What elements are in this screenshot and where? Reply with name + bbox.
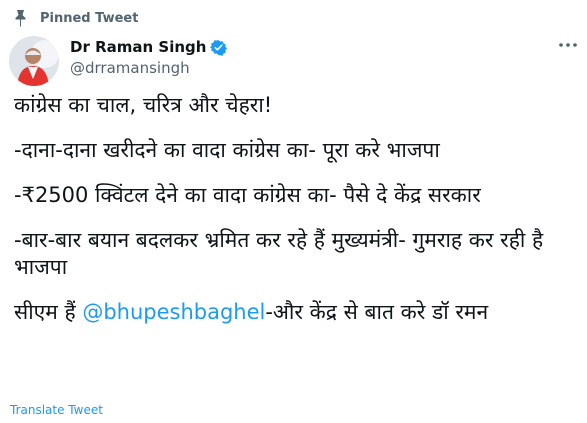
mention-link[interactable]: @bhupeshbaghel [82,300,265,324]
tweet-line: -₹2500 क्विंटल देने का वादा कांग्रेस का-… [14,183,481,207]
tweet-line: -बार-बार बयान बदलकर भ्रमित कर रहे हैं मु… [14,228,544,279]
tweet-line-mention: सीएम हैं @bhupeshbaghel-और केंद्र से बात… [14,299,579,326]
tweet-line: कांग्रेस का चाल, चरित्र और चेहरा! [14,93,273,117]
author-handle[interactable]: @drramansingh [70,59,227,77]
tweet-text: कांग्रेस का चाल, चरित्र और चेहरा! -दाना-… [14,92,579,344]
tweet-text-suffix: -और केंद्र से बात करे डॉ रमन [265,300,489,324]
translate-tweet-link[interactable]: Translate Tweet [10,403,103,417]
verified-badge-icon [210,39,228,56]
pinned-tweet-header: Pinned Tweet [13,8,138,28]
pinned-tweet-label: Pinned Tweet [40,10,139,26]
more-options-icon[interactable] [557,40,579,50]
avatar[interactable] [9,36,59,86]
author-display-name[interactable]: Dr Raman Singh [70,38,206,56]
tweet-author: Dr Raman Singh @drramansingh [70,37,228,77]
pin-icon [15,10,26,27]
tweet-text-prefix: सीएम हैं [14,300,83,324]
tweet-line: -दाना-दाना खरीदने का वादा कांग्रेस का- प… [14,138,440,162]
